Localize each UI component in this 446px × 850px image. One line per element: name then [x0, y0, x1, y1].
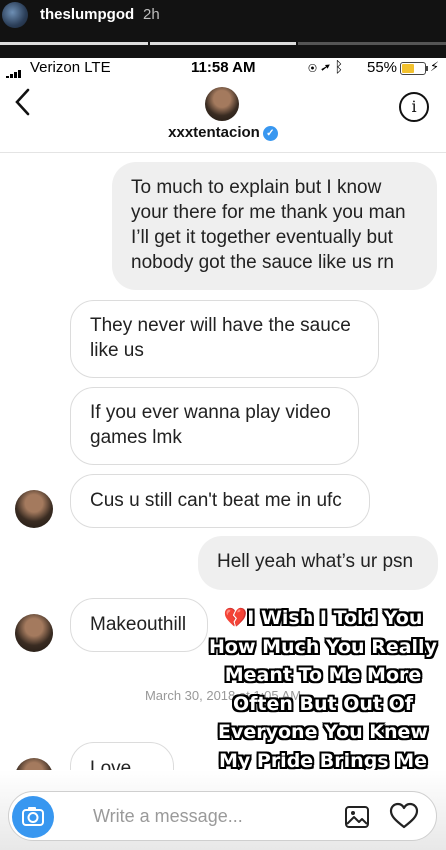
message-placeholder: Write a message... — [93, 806, 243, 826]
sender-avatar[interactable] — [15, 614, 53, 652]
sender-avatar[interactable] — [15, 490, 53, 528]
gallery-button[interactable] — [344, 804, 370, 835]
status-icons: ◉ ➚ ᛒ — [308, 59, 343, 76]
message-bubble[interactable]: Makeouthill — [70, 598, 208, 652]
charging-icon: ⚡︎ — [430, 59, 440, 74]
message-bubble[interactable]: If you ever wanna play video games lmk — [70, 387, 359, 465]
battery-icon — [400, 62, 428, 75]
verified-icon: ✓ — [262, 125, 278, 141]
message-text: They never will have the sauce like us — [90, 315, 351, 361]
message-text: Hell yeah what’s ur psn — [217, 551, 414, 572]
gallery-icon — [345, 806, 369, 828]
message-text: Makeouthill — [90, 614, 187, 635]
story-avatar[interactable] — [2, 2, 28, 28]
message-text: To much to explain but I know your there… — [131, 177, 406, 273]
status-bar: Verizon LTE 11:58 AM ◉ ➚ ᛒ 55% ⚡︎ — [0, 58, 446, 80]
bluetooth-icon: ᛒ — [334, 59, 344, 76]
message-bubble[interactable]: To much to explain but I know your there… — [112, 162, 437, 290]
story-username[interactable]: theslumpgod — [40, 6, 134, 23]
story-progress-segment — [0, 42, 148, 45]
message-composer: Write a message... — [0, 770, 446, 850]
alarm-icon: ◉ — [308, 59, 318, 76]
info-icon[interactable]: i — [399, 92, 429, 122]
carrier-label: Verizon LTE — [30, 59, 111, 76]
chevron-left-icon[interactable] — [14, 88, 30, 122]
thread-header: xxxtentacion ✓ i — [0, 78, 446, 153]
message-bubble[interactable]: Cus u still can't beat me in ufc — [70, 474, 370, 528]
story-progress-segment — [150, 42, 296, 45]
story-progress-segment — [298, 42, 446, 45]
thread-avatar[interactable] — [205, 87, 239, 121]
message-bubble[interactable]: Hell yeah what’s ur psn — [198, 536, 438, 590]
clock: 11:58 AM — [191, 59, 256, 76]
heart-icon — [389, 802, 419, 829]
like-button[interactable] — [389, 802, 419, 835]
message-text: Cus u still can't beat me in ufc — [90, 490, 342, 511]
broken-heart-icon: 💔 — [223, 607, 248, 629]
camera-button[interactable] — [12, 796, 54, 838]
thread-name-row[interactable]: xxxtentacion ✓ — [0, 124, 446, 141]
thread-name: xxxtentacion — [168, 124, 260, 141]
message-bubble[interactable]: They never will have the sauce like us — [70, 300, 379, 378]
story-time: 2h — [143, 6, 160, 23]
battery-percent: 55% — [367, 59, 398, 76]
location-icon: ➚ — [321, 59, 331, 76]
story-header: theslumpgod 2h — [0, 0, 446, 58]
message-text: If you ever wanna play video games lmk — [90, 402, 331, 448]
camera-icon — [22, 807, 44, 826]
